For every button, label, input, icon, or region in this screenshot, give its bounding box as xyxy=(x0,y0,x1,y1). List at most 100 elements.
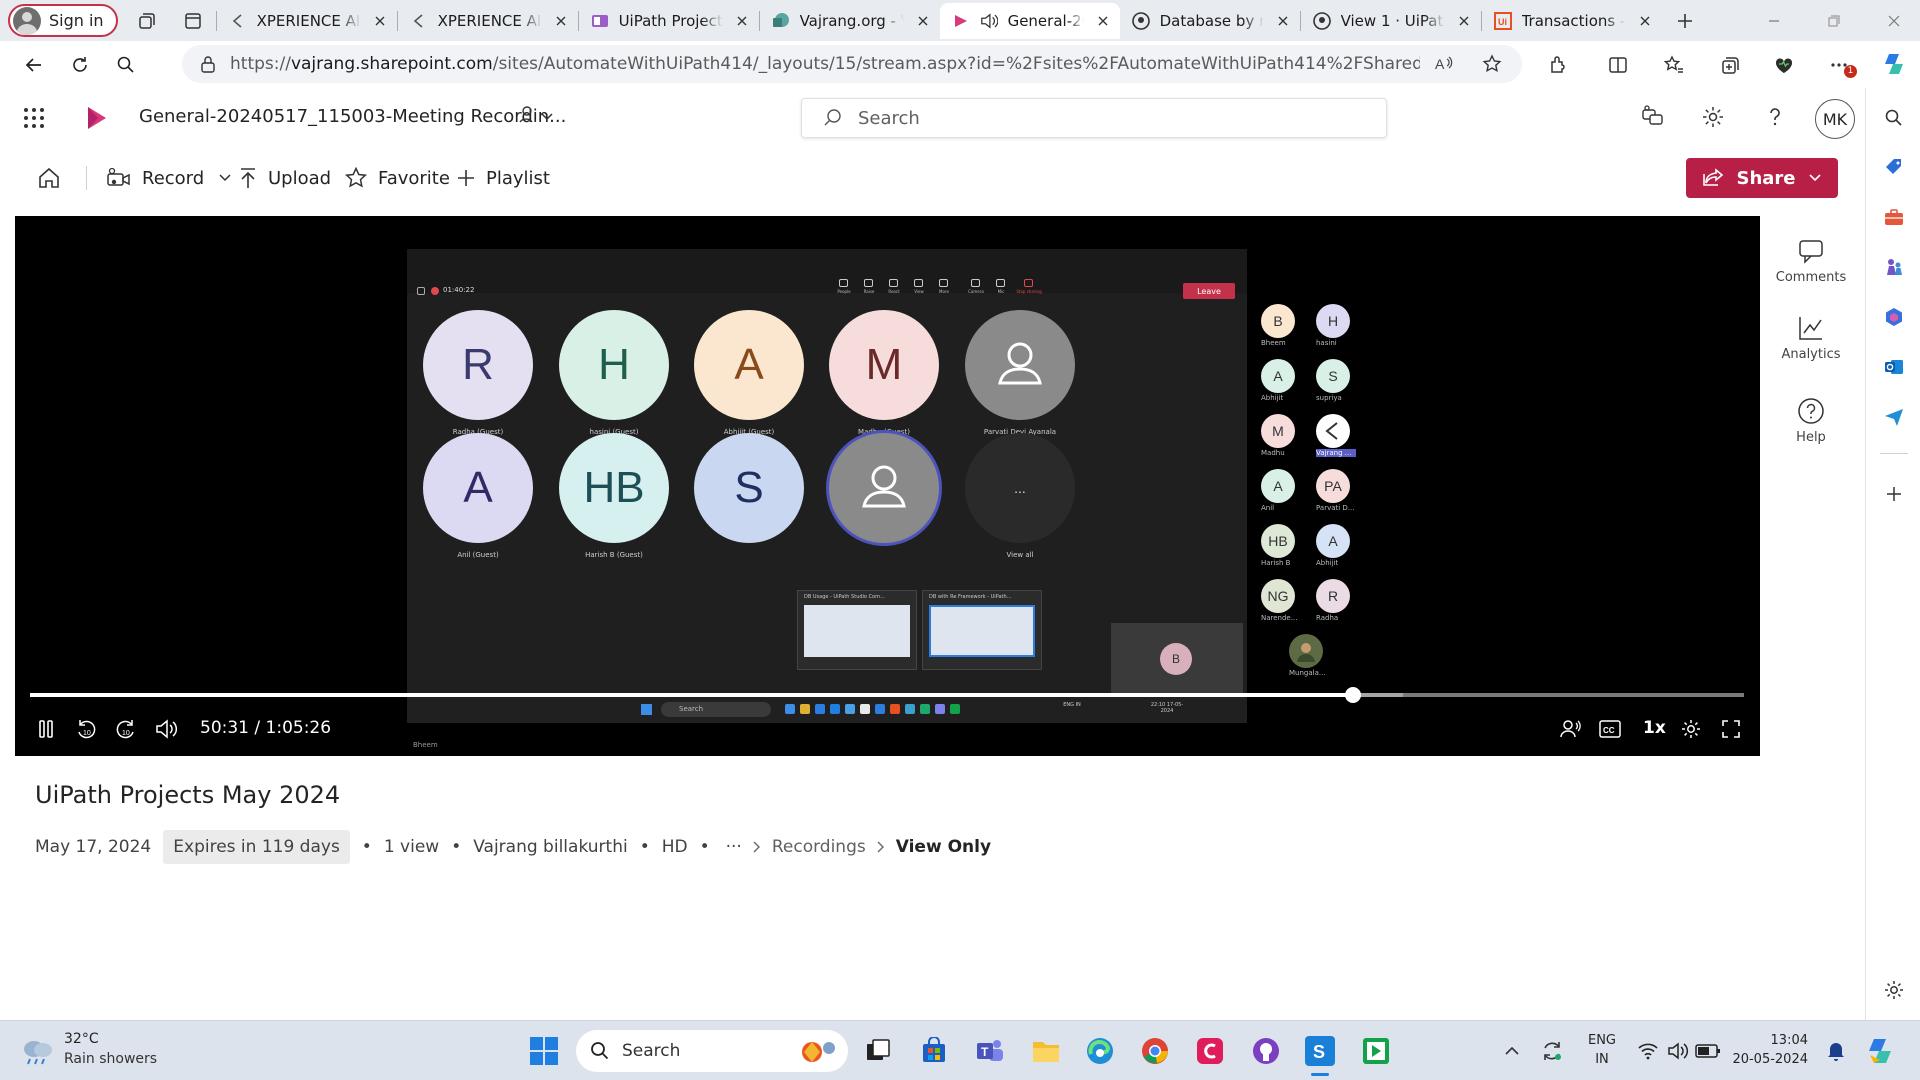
sign-in-button[interactable]: Sign in xyxy=(8,4,118,37)
file-explorer-icon[interactable] xyxy=(1028,1033,1064,1069)
close-tab-icon[interactable] xyxy=(1274,12,1292,30)
upload-button[interactable]: Upload xyxy=(238,160,331,196)
extensions-icon[interactable] xyxy=(1536,45,1580,85)
tab-database[interactable]: Database by mk xyxy=(1120,3,1300,39)
close-tab-icon[interactable] xyxy=(1455,12,1473,30)
favorite-button[interactable]: Favorite xyxy=(344,160,450,196)
sidebar-search-icon[interactable] xyxy=(1880,104,1908,132)
tab-uipath-projects[interactable]: UiPath Projects xyxy=(579,3,759,39)
back-button[interactable] xyxy=(12,45,56,85)
seek-bar[interactable] xyxy=(30,687,1744,703)
chrome-icon[interactable] xyxy=(1137,1033,1173,1069)
refresh-button[interactable] xyxy=(58,45,102,85)
playlist-button[interactable]: Playlist xyxy=(456,160,550,196)
pause-button[interactable] xyxy=(31,714,61,744)
language-indicator[interactable]: ENG IN xyxy=(1582,1031,1622,1069)
expiration-badge[interactable]: Expires in 119 days xyxy=(163,830,350,864)
app-search-input[interactable]: Search xyxy=(801,98,1387,138)
restore-icon[interactable] xyxy=(1804,0,1864,41)
github-desktop-icon[interactable] xyxy=(1248,1033,1284,1069)
minimize-icon[interactable] xyxy=(1744,0,1804,41)
sync-status-icon[interactable] xyxy=(1534,1033,1570,1069)
lock-icon[interactable] xyxy=(200,55,216,73)
tab-xperience-1[interactable]: XPERIENCE AI xyxy=(217,3,397,39)
edge-browser-icon[interactable] xyxy=(1082,1033,1118,1069)
search-icon[interactable] xyxy=(104,45,148,85)
close-tab-icon[interactable] xyxy=(914,12,932,30)
task-view-icon[interactable] xyxy=(860,1033,896,1069)
teams-icon[interactable]: T xyxy=(972,1033,1008,1069)
microsoft-365-icon[interactable] xyxy=(1880,303,1908,331)
tools-briefcase-icon[interactable] xyxy=(1880,203,1908,231)
video-player[interactable]: 01:40:22 People Raise React View More Camera M… xyxy=(15,216,1760,756)
c-app-icon[interactable] xyxy=(1192,1033,1228,1069)
notification-bell-icon[interactable] xyxy=(1818,1033,1854,1069)
windows-start-icon[interactable] xyxy=(526,1033,562,1069)
playback-speed-button[interactable]: 1x xyxy=(1643,718,1666,738)
breadcrumb-recordings[interactable]: Recordings xyxy=(772,837,866,857)
feedback-icon[interactable] xyxy=(1640,104,1666,130)
close-window-icon[interactable] xyxy=(1864,0,1920,41)
video-settings-icon[interactable] xyxy=(1676,714,1706,744)
new-tab-icon[interactable] xyxy=(1662,3,1708,39)
forward-10-icon[interactable]: 10 xyxy=(111,714,141,744)
home-button[interactable] xyxy=(36,160,62,196)
close-tab-icon[interactable] xyxy=(371,12,389,30)
live-captions-people-icon[interactable] xyxy=(1555,714,1585,744)
taskbar-search-box[interactable]: Search xyxy=(576,1030,848,1072)
user-avatar[interactable]: MK xyxy=(1815,99,1855,139)
audio-playing-icon[interactable] xyxy=(980,12,998,30)
meeting-control-icon xyxy=(996,279,1005,287)
tab-actions-icon[interactable] xyxy=(170,3,216,39)
favorite-star-icon[interactable] xyxy=(1482,54,1502,74)
show-hidden-icons-chevron[interactable] xyxy=(1494,1033,1530,1069)
weather-widget[interactable]: 32°C Rain showers xyxy=(20,1031,180,1071)
read-aloud-icon[interactable]: A xyxy=(1434,55,1454,73)
close-tab-icon[interactable] xyxy=(733,12,751,30)
split-screen-icon[interactable] xyxy=(1596,45,1640,85)
favorites-icon[interactable] xyxy=(1652,45,1696,85)
collections-icon[interactable] xyxy=(1708,45,1752,85)
tab-general-recording[interactable]: General-20240517 xyxy=(939,2,1120,39)
shopping-tag-icon[interactable] xyxy=(1880,153,1908,181)
settings-more-icon[interactable]: 1 xyxy=(1818,45,1862,85)
breadcrumb-more-button[interactable]: ··· xyxy=(726,837,742,857)
fullscreen-icon[interactable] xyxy=(1716,714,1746,744)
comments-button[interactable]: Comments xyxy=(1766,236,1856,285)
battery-icon[interactable] xyxy=(1690,1033,1726,1069)
copilot-preview-icon[interactable] xyxy=(1862,1033,1898,1069)
clock[interactable]: 13:04 20-05-2024 xyxy=(1728,1031,1808,1069)
close-tab-icon[interactable] xyxy=(552,12,570,30)
tab-view1-uipath[interactable]: View 1 · UiPath xyxy=(1301,3,1481,39)
games-chess-icon[interactable] xyxy=(1880,253,1908,281)
app-launcher-icon[interactable] xyxy=(22,106,46,130)
send-drop-icon[interactable] xyxy=(1880,403,1908,431)
camtasia-icon[interactable] xyxy=(1358,1033,1394,1069)
help-question-icon[interactable] xyxy=(1762,104,1788,130)
rewind-10-icon[interactable]: 10 xyxy=(71,714,101,744)
tab-transactions[interactable]: Ui Transactions - Orchestrator xyxy=(1482,3,1662,39)
add-sidebar-app-icon[interactable] xyxy=(1880,480,1908,508)
help-button[interactable]: Help xyxy=(1766,396,1856,445)
closed-captions-icon[interactable]: CC xyxy=(1595,714,1625,744)
tab-xperience-2[interactable]: XPERIENCE AI xyxy=(398,3,578,39)
sidebar-settings-icon[interactable] xyxy=(1880,976,1908,1004)
tab-vajrang-org[interactable]: Vajrang.org - Vajrang xyxy=(760,3,940,39)
url-field[interactable]: https://vajrang.sharepoint.com/sites/Aut… xyxy=(182,45,1522,83)
seek-handle[interactable] xyxy=(1345,687,1362,703)
file-access-icon[interactable] xyxy=(516,104,556,128)
volume-icon[interactable] xyxy=(151,714,181,744)
close-tab-icon[interactable] xyxy=(1636,12,1654,30)
owner-name[interactable]: Vajrang billakurthi xyxy=(473,837,627,857)
analytics-button[interactable]: Analytics xyxy=(1766,313,1856,362)
app-settings-icon[interactable] xyxy=(1700,104,1726,130)
copilot-icon[interactable] xyxy=(1878,48,1910,80)
microsoft-store-icon[interactable] xyxy=(916,1033,952,1069)
close-tab-icon[interactable] xyxy=(1094,12,1112,30)
outlook-icon[interactable] xyxy=(1880,353,1908,381)
record-button[interactable]: Record xyxy=(106,160,232,196)
share-button[interactable]: Share xyxy=(1686,158,1838,198)
snagit-icon[interactable]: S xyxy=(1302,1033,1338,1069)
workspaces-icon[interactable] xyxy=(124,3,170,39)
browser-essentials-icon[interactable] xyxy=(1762,45,1806,85)
